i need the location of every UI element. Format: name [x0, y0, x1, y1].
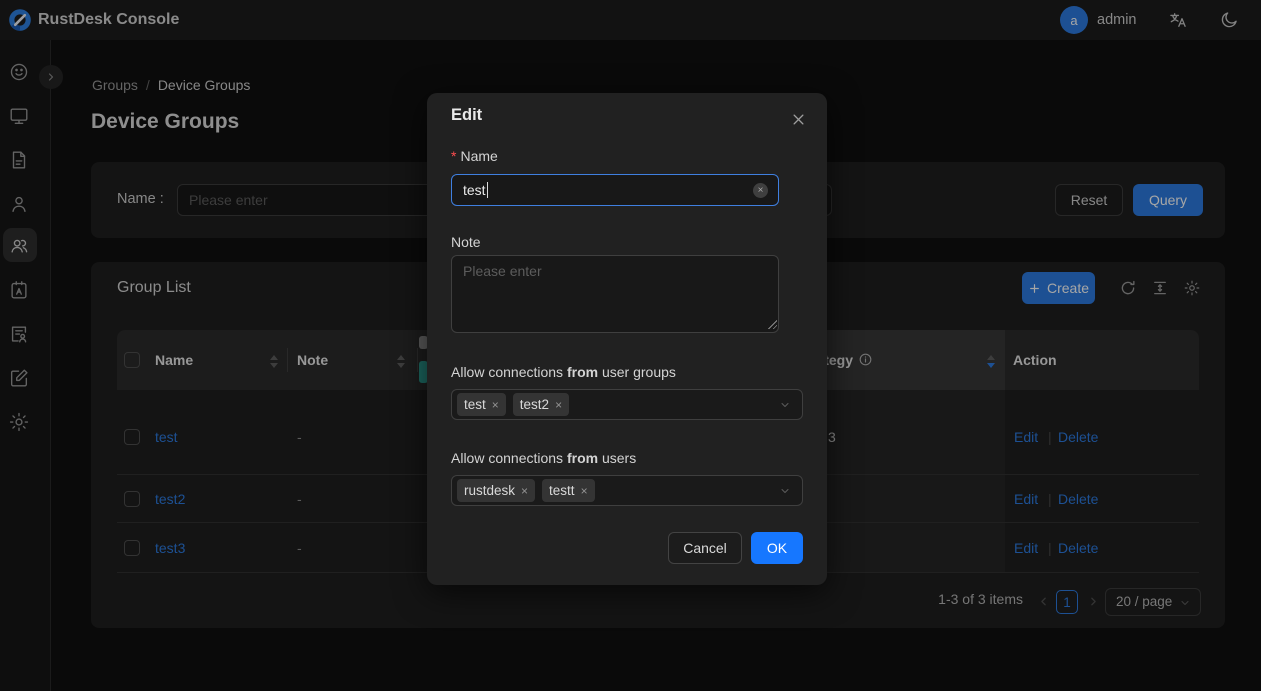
- users-select[interactable]: rustdesk× testt×: [451, 475, 803, 506]
- close-icon[interactable]: [791, 112, 806, 127]
- chevron-down-icon: [779, 399, 791, 411]
- selected-tag: test2×: [513, 393, 569, 416]
- edit-modal: Edit *Name test × Note Allow connections…: [427, 93, 827, 585]
- chevron-down-icon: [779, 485, 791, 497]
- text-cursor: [487, 182, 489, 198]
- tag-close-icon[interactable]: ×: [492, 399, 499, 411]
- modal-title: Edit: [451, 106, 482, 125]
- users-field-label: Allow connections from users: [451, 449, 636, 467]
- resize-handle-icon[interactable]: [767, 319, 777, 329]
- note-field-label: Note: [451, 233, 481, 251]
- note-textarea[interactable]: [451, 255, 779, 333]
- tag-close-icon[interactable]: ×: [521, 485, 528, 497]
- user-groups-field-label: Allow connections from user groups: [451, 363, 676, 381]
- required-mark: *: [451, 148, 456, 164]
- rustdesk-console-app: RustDesk Console a admin: [0, 0, 1261, 691]
- tag-close-icon[interactable]: ×: [581, 485, 588, 497]
- name-field-label: *Name: [451, 147, 498, 165]
- cancel-button[interactable]: Cancel: [668, 532, 742, 564]
- selected-tag: rustdesk×: [457, 479, 535, 502]
- name-input[interactable]: test ×: [451, 174, 779, 206]
- selected-tag: testt×: [542, 479, 595, 502]
- clear-icon[interactable]: ×: [753, 183, 768, 198]
- ok-button[interactable]: OK: [751, 532, 803, 564]
- user-groups-select[interactable]: test× test2×: [451, 389, 803, 420]
- selected-tag: test×: [457, 393, 506, 416]
- tag-close-icon[interactable]: ×: [555, 399, 562, 411]
